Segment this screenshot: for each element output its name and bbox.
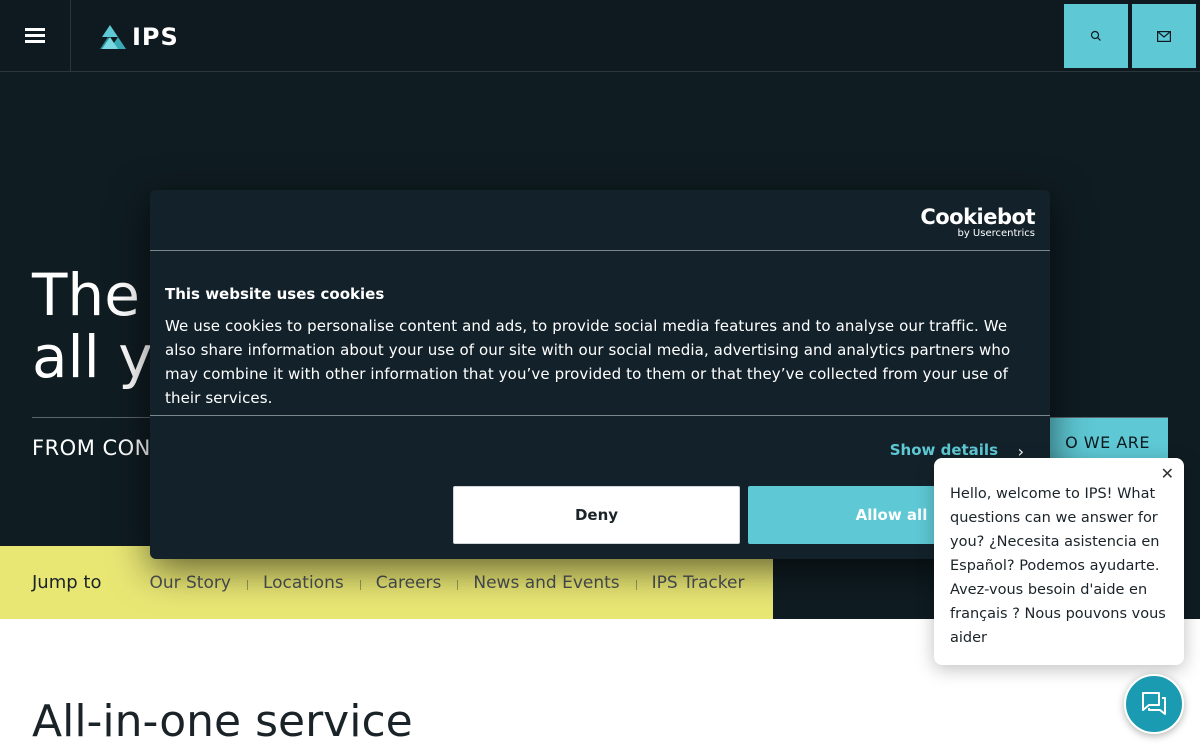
hero-subtitle: FROM CON bbox=[32, 436, 151, 460]
cookiebot-brand-sub: by Usercentrics bbox=[957, 228, 1035, 239]
section-title: All-in-one service bbox=[32, 696, 413, 747]
jump-to-label: Jump to bbox=[32, 572, 102, 593]
chat-welcome-bubble: ✕ Hello, welcome to IPS! What questions … bbox=[934, 458, 1184, 665]
chat-launcher-button[interactable] bbox=[1124, 674, 1184, 734]
contact-button[interactable] bbox=[1132, 4, 1196, 68]
chat-message: Hello, welcome to IPS! What questions ca… bbox=[950, 486, 1166, 646]
search-button[interactable] bbox=[1064, 4, 1128, 68]
dialog-divider bbox=[150, 250, 1050, 251]
jump-link-locations[interactable]: Locations bbox=[246, 573, 360, 593]
close-icon[interactable]: ✕ bbox=[1161, 464, 1174, 483]
deny-button[interactable]: Deny bbox=[453, 486, 740, 544]
cookiebot-brand: Cookiebot bbox=[920, 205, 1035, 229]
show-details-link[interactable]: Show details bbox=[890, 441, 998, 459]
cookie-consent-dialog: Cookiebot by Usercentrics This website u… bbox=[150, 190, 1050, 559]
hamburger-icon bbox=[25, 27, 45, 44]
cookie-title: This website uses cookies bbox=[165, 285, 385, 303]
dialog-divider bbox=[150, 415, 1050, 416]
cookiebot-logo[interactable]: Cookiebot by Usercentrics bbox=[920, 206, 1035, 240]
hero-title: The all y bbox=[32, 261, 153, 391]
cookie-description: We use cookies to personalise content an… bbox=[165, 317, 1011, 407]
logo-text: IPS bbox=[132, 23, 179, 51]
jump-link-news-and-events[interactable]: News and Events bbox=[457, 573, 635, 593]
menu-button[interactable] bbox=[0, 0, 71, 71]
site-logo[interactable]: IPS bbox=[100, 23, 179, 51]
logo-mark-icon bbox=[100, 25, 126, 49]
site-header: IPS bbox=[0, 0, 1200, 72]
jump-link-our-story[interactable]: Our Story bbox=[133, 573, 246, 593]
jump-link-careers[interactable]: Careers bbox=[359, 573, 458, 593]
chat-icon bbox=[1142, 692, 1166, 715]
mail-icon bbox=[1157, 30, 1171, 42]
search-icon bbox=[1090, 30, 1101, 41]
jump-link-ips-tracker[interactable]: IPS Tracker bbox=[635, 573, 761, 593]
